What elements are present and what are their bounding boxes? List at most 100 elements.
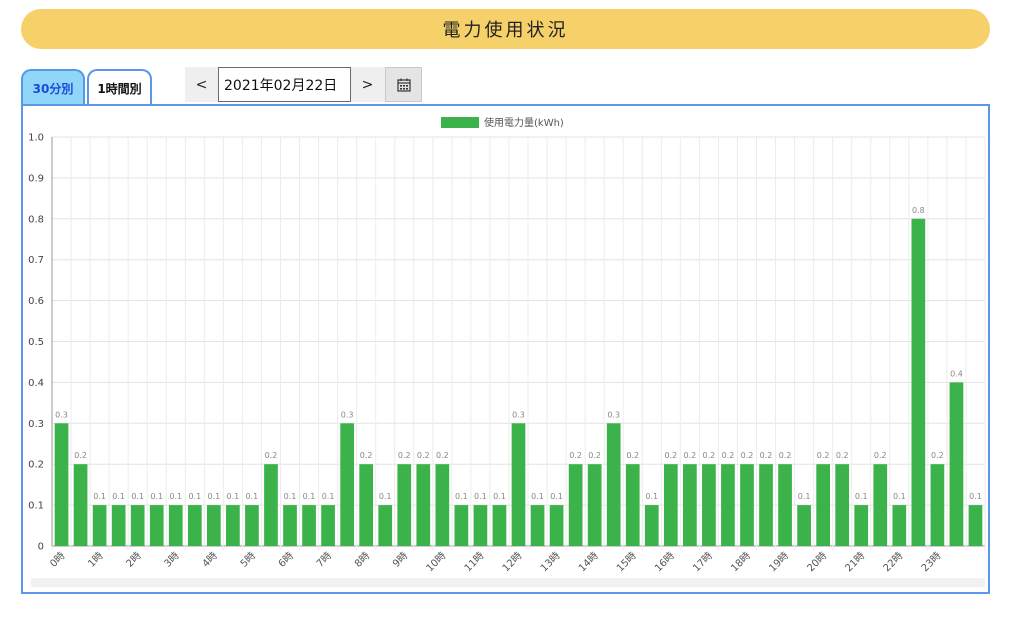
bar-value-label: 0.3: [341, 410, 354, 419]
bar: [264, 464, 278, 546]
x-tick-label: 15時: [614, 550, 639, 575]
bar: [435, 464, 450, 546]
bar: [968, 505, 983, 546]
bar: [949, 382, 964, 546]
bar-value-label: 0.3: [55, 410, 68, 419]
y-tick-label: 0.4: [28, 378, 44, 389]
bar-value-label: 0.2: [874, 451, 887, 460]
bar-value-label: 0.1: [493, 492, 506, 501]
bar-value-label: 0.2: [265, 451, 278, 460]
bar: [321, 505, 335, 546]
y-tick-label: 0.1: [28, 501, 44, 512]
x-tick-label: 11時: [462, 550, 487, 575]
bar-value-label: 0.2: [741, 451, 754, 460]
bar: [721, 464, 735, 546]
bar: [892, 505, 907, 546]
bar: [473, 505, 488, 546]
bar: [416, 464, 431, 546]
bar-value-label: 0.2: [684, 451, 697, 460]
x-tick-label: 8時: [352, 550, 372, 570]
bar: [587, 464, 602, 546]
bar: [454, 505, 469, 546]
bar-value-label: 0.2: [398, 451, 411, 460]
bar: [740, 464, 754, 546]
bar-value-label: 0.1: [93, 492, 106, 501]
bar: [168, 505, 183, 546]
x-tick-label: 3時: [162, 550, 182, 570]
x-tick-label: 16時: [652, 550, 677, 575]
bar-value-label: 0.1: [303, 492, 316, 501]
bar-value-label: 0.1: [455, 492, 468, 501]
bar-value-label: 0.1: [246, 492, 259, 501]
x-tick-label: 9時: [390, 550, 410, 570]
x-tick-label: 20時: [805, 550, 830, 575]
bar-value-label: 0.2: [569, 451, 582, 460]
x-tick-label: 2時: [124, 550, 144, 570]
bar-value-label: 0.1: [284, 492, 297, 501]
bar-value-label: 0.2: [360, 451, 373, 460]
y-tick-label: 0: [38, 542, 44, 553]
bar: [873, 464, 888, 546]
x-tick-label: 10時: [424, 550, 449, 575]
x-tick-label: 4時: [200, 550, 220, 570]
bar-value-label: 0.2: [417, 451, 430, 460]
bar-value-label: 0.2: [836, 451, 849, 460]
x-tick-label: 0時: [48, 550, 68, 570]
bar-value-label: 0.1: [188, 492, 201, 501]
bar-value-label: 0.1: [893, 492, 906, 501]
bar: [530, 505, 545, 546]
bar: [511, 423, 526, 546]
bar: [283, 505, 297, 546]
bar: [149, 505, 164, 546]
bar-value-label: 0.2: [626, 451, 639, 460]
x-tick-label: 12時: [500, 550, 525, 575]
bar: [73, 464, 88, 546]
x-tick-label: 21時: [843, 550, 868, 575]
y-tick-label: 0.5: [28, 337, 44, 348]
bar-value-label: 0.2: [779, 451, 792, 460]
bar-value-label: 0.4: [950, 369, 963, 378]
chart-scrollbar[interactable]: [31, 578, 985, 587]
x-tick-label: 14時: [576, 550, 601, 575]
bar-value-label: 0.1: [207, 492, 220, 501]
bar-value-label: 0.1: [112, 492, 125, 501]
x-tick-label: 23時: [919, 550, 944, 575]
bar: [835, 464, 850, 546]
legend-swatch: [441, 117, 479, 128]
y-tick-label: 0.7: [28, 255, 44, 266]
bar-value-label: 0.2: [664, 451, 677, 460]
bar-value-label: 0.2: [703, 451, 716, 460]
y-tick-label: 0.2: [28, 460, 44, 471]
bar-value-label: 0.1: [227, 492, 240, 501]
x-tick-label: 7時: [314, 550, 334, 570]
bar: [854, 505, 869, 546]
bar: [778, 464, 792, 546]
bar-value-label: 0.2: [817, 451, 830, 460]
bar: [549, 505, 564, 546]
x-tick-label: 6時: [276, 550, 296, 570]
bar: [245, 505, 259, 546]
bar-value-label: 0.1: [969, 492, 982, 501]
x-tick-label: 18時: [729, 550, 754, 575]
bar: [911, 218, 926, 547]
bar: [359, 464, 374, 546]
y-tick-label: 0.6: [28, 296, 44, 307]
bar-value-label: 0.2: [760, 451, 773, 460]
bar-value-label: 0.1: [131, 492, 144, 501]
bar: [683, 464, 697, 546]
y-tick-label: 1.0: [28, 133, 44, 144]
bar: [54, 423, 69, 546]
bar: [930, 464, 945, 546]
y-tick-label: 0.3: [28, 419, 44, 430]
bar-value-label: 0.8: [912, 206, 925, 215]
bar-value-label: 0.1: [150, 492, 163, 501]
bar: [625, 464, 640, 546]
bar: [206, 505, 221, 546]
bar-value-label: 0.3: [607, 410, 620, 419]
bar-value-label: 0.3: [512, 410, 525, 419]
bar-value-label: 0.1: [550, 492, 563, 501]
bar: [92, 505, 107, 546]
bar-value-label: 0.1: [474, 492, 487, 501]
bar-value-label: 0.1: [169, 492, 182, 501]
x-tick-label: 19時: [767, 550, 792, 575]
